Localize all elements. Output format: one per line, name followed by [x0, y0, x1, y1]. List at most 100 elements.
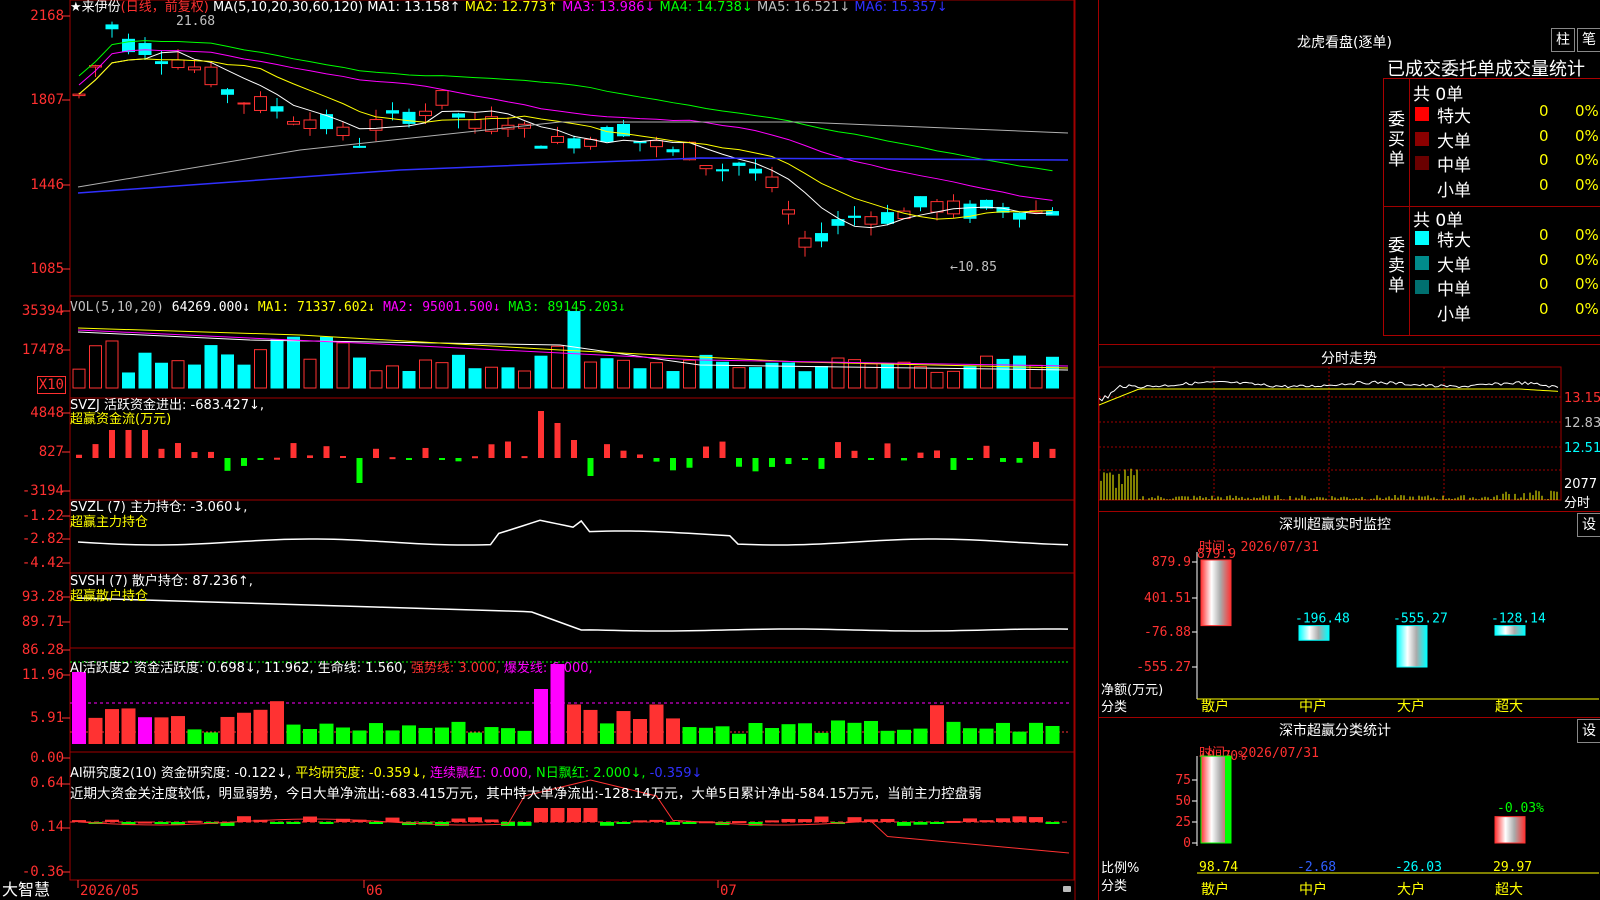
flow-bar [389, 457, 396, 460]
volume-bar [435, 362, 449, 389]
flow-bar [901, 458, 907, 461]
ma1-line [78, 51, 1053, 229]
price-axis-3: 1446 [30, 177, 64, 193]
chart-mode: (日线，前复权) [120, 0, 209, 15]
sell-row-swatch [1415, 231, 1429, 245]
bar-value-label: -2.68 [1297, 860, 1336, 875]
flow-bar [488, 444, 495, 458]
volume-bar [1013, 355, 1026, 389]
activity-bar [171, 716, 185, 744]
volume-bar [254, 349, 267, 389]
flow-bar [851, 450, 858, 458]
chart-canvas[interactable] [0, 0, 1076, 900]
volume-bar [765, 362, 779, 389]
candle-body [881, 212, 894, 224]
bar-category-label: 大户 [1397, 698, 1425, 715]
candle-body [848, 215, 861, 218]
activity-bar [979, 728, 994, 744]
activity-bar [897, 729, 911, 744]
volume-bar [782, 362, 795, 389]
research-bar [468, 817, 482, 822]
candle-body [287, 121, 300, 125]
ma6-value: MA6: 15.357↓ [854, 0, 948, 15]
volume-bar [815, 366, 828, 389]
volume-bar [105, 340, 119, 389]
ai2-v3: 连续飘红: 0.000, [430, 766, 532, 781]
tick-view-button[interactable]: 笔 [1577, 28, 1600, 52]
volume-bar [122, 372, 135, 389]
activity-bar [583, 709, 598, 744]
activity-bar [781, 724, 796, 744]
activity-bar [237, 712, 251, 744]
ma2-line [78, 58, 1053, 220]
flow-bar [950, 458, 957, 470]
bar-axis-label: 25 [1175, 815, 1191, 830]
research-bar [484, 819, 499, 822]
buy-row-swatch [1415, 180, 1429, 195]
activity-bar [534, 689, 548, 744]
chart-area[interactable]: ★来伊份(日线，前复权) MA(5,10,20,30,60,120) MA1: … [0, 0, 1076, 900]
candle-body [402, 111, 416, 124]
research-bar [1029, 817, 1043, 822]
bar-category-label: 超大 [1495, 882, 1523, 898]
flow-bar [422, 447, 429, 458]
volume-bar [963, 366, 977, 389]
sell-row-qty: 0 [1539, 275, 1549, 293]
vol-unit: X10 [36, 376, 66, 394]
flow-bar [620, 450, 627, 458]
volume-bar [930, 371, 944, 389]
candle-body [435, 90, 449, 106]
flow-bar [1000, 458, 1006, 462]
research-bar [154, 822, 169, 824]
vol-label: VOL(5,10,20) [70, 300, 164, 315]
activity-bar [204, 732, 218, 744]
svzj-sub: 超赢资金流(万元) [70, 412, 172, 427]
volume-bar [848, 359, 861, 389]
volume-bar [303, 358, 317, 389]
candle-body [138, 43, 152, 55]
low-mark: ←10.85 [950, 260, 997, 275]
ai1-label: AI活跃度2 资金活跃度: 0.698↓, [70, 661, 260, 676]
volume-bar [485, 366, 498, 389]
sz-class-panel: 深市超赢分类统计 设 时间: 2026/07/31 7550250+0.20%-… [1099, 718, 1600, 900]
ai1-v5: 爆发线: 6.000, [503, 661, 593, 676]
vol-axis-1: 35394 [21, 303, 64, 319]
flow-bar [109, 430, 115, 458]
ai2-comment: 近期大资金关注度较低，明显弱势，今日大单净流出:-683.415万元，其中特大单… [70, 786, 982, 802]
flow-bar [158, 448, 165, 458]
buy-row-name: 大单 [1437, 131, 1471, 152]
activity-bar [732, 733, 746, 744]
volume-bar [732, 367, 746, 389]
activity-bar [517, 730, 532, 744]
activity-bar [748, 722, 763, 744]
sell-row-pct: 0% [1575, 275, 1599, 293]
volume-bar [749, 367, 762, 389]
vol-value: 64269.000↓ [171, 300, 251, 315]
activity-bar [633, 718, 647, 744]
buy-row-qty: 0 [1539, 102, 1549, 120]
sell-row-pct: 0% [1575, 299, 1599, 318]
candle-body [815, 233, 828, 242]
candle-body [1013, 212, 1026, 220]
volume-bar [320, 336, 333, 389]
bar-category-label: 大户 [1397, 881, 1425, 898]
sell-row-pct: 0% [1575, 226, 1599, 244]
volume-bar [452, 354, 465, 389]
bar-view-button[interactable]: 柱 [1551, 28, 1575, 52]
flow-bar [538, 411, 544, 458]
research-bar [682, 822, 697, 824]
flow-bar [653, 458, 660, 462]
flow-bar [191, 452, 198, 458]
bar-value-label: -128.14 [1491, 612, 1546, 627]
research-bar [1012, 816, 1027, 822]
buy-row-pct: 0% [1575, 126, 1599, 145]
candle-body [171, 59, 185, 69]
ai2-v2: 平均研究度: -0.359↓, [295, 766, 426, 781]
candle-body [204, 66, 218, 86]
lock-icon[interactable] [1063, 886, 1071, 892]
intraday-chart[interactable] [1099, 345, 1600, 511]
candle-body [336, 126, 350, 137]
intraday-panel[interactable]: 分时走势 13.15 12.83 12.51 2077 分时 [1099, 345, 1600, 511]
sell-side-label: 委卖单 [1388, 236, 1405, 296]
volume-bar [237, 364, 251, 389]
